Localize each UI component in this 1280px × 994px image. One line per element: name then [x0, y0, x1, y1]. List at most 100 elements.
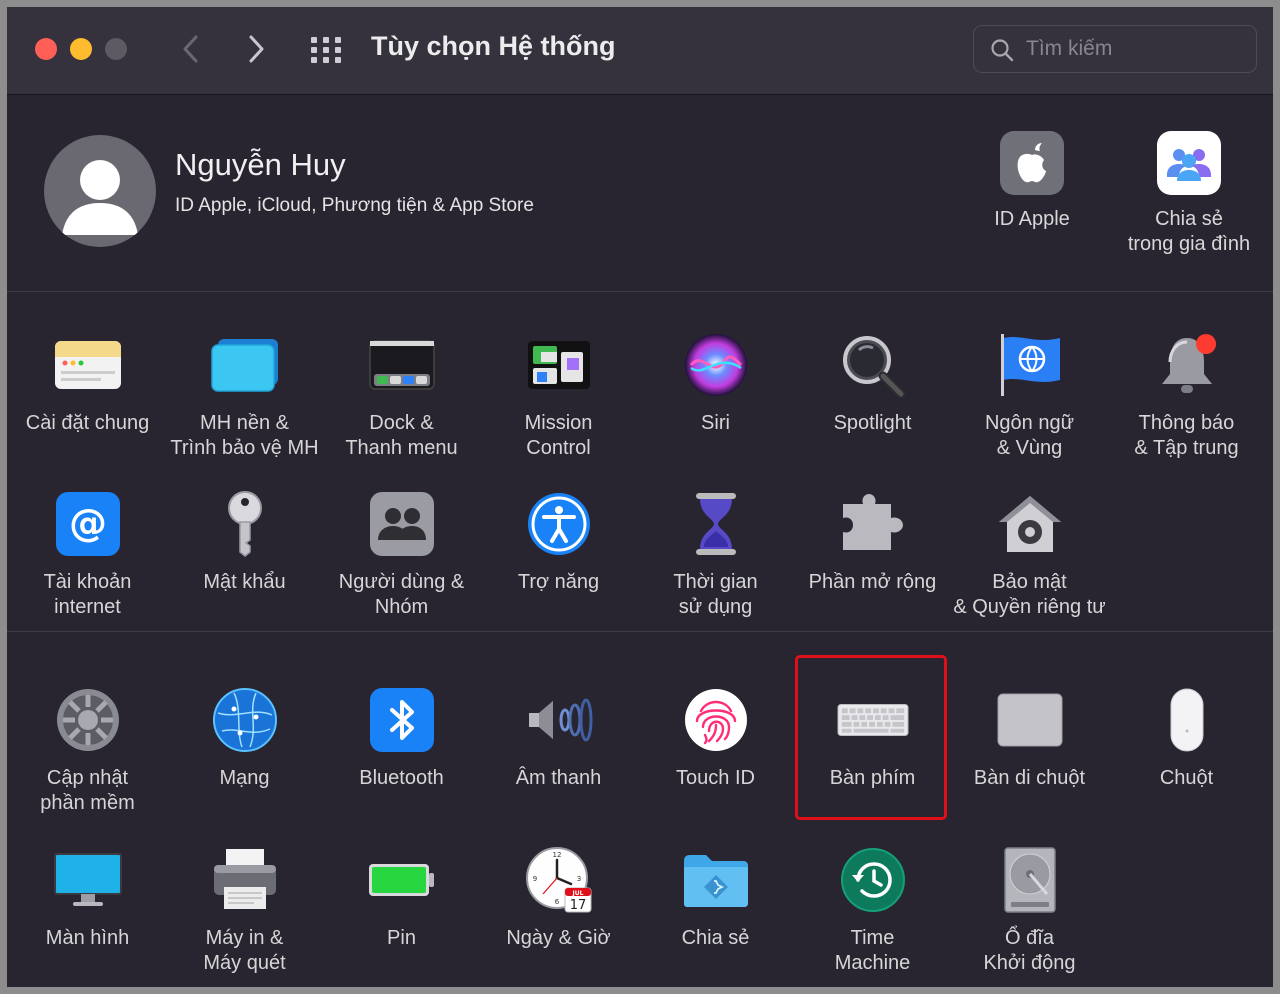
svg-text:9: 9: [532, 875, 536, 883]
pane-label: Dock & Thanh menu: [345, 412, 458, 459]
pane-date-time[interactable]: 12 3 6 9 JUL 17 Ngày & Giờ: [480, 844, 637, 951]
svg-text:6: 6: [554, 898, 559, 906]
pane-accessibility[interactable]: Trợ năng: [480, 488, 637, 595]
user-name: Nguyễn Huy: [175, 147, 346, 182]
pane-label: MH nền & Trình bảo vệ MH: [170, 412, 319, 459]
extensions-icon: [837, 488, 909, 560]
notifications-icon: [1151, 329, 1223, 401]
calendar-month: JUL: [571, 890, 583, 897]
minimize-button[interactable]: [70, 38, 92, 60]
pane-internet-accounts[interactable]: @ Tài khoản internet: [9, 488, 166, 620]
pane-label: Âm thanh: [515, 767, 602, 789]
screen-time-icon: [680, 488, 752, 560]
zoom-button[interactable]: [105, 38, 127, 60]
keyboard-highlight-box: [795, 655, 947, 820]
pane-label: Bàn di chuột: [973, 767, 1086, 789]
grid-icon: [311, 37, 341, 63]
pane-bluetooth[interactable]: Bluetooth: [323, 684, 480, 791]
pane-startup-disk[interactable]: Ổ đĩa Khởi động: [951, 844, 1108, 976]
user-silhouette-icon: [62, 160, 138, 235]
pane-time-machine[interactable]: Time Machine: [794, 844, 951, 976]
pane-label: Phần mở rộng: [808, 571, 937, 593]
pane-battery[interactable]: Pin: [323, 844, 480, 951]
family-sharing-icon: [1157, 131, 1221, 195]
sharing-folder-icon: [680, 844, 752, 916]
pane-touch-id[interactable]: Touch ID: [637, 684, 794, 791]
pane-label: Cài đặt chung: [25, 412, 150, 434]
bluetooth-icon: [366, 684, 438, 756]
time-machine-icon: [837, 844, 909, 916]
svg-text:@: @: [69, 501, 107, 545]
pane-software-update[interactable]: Cập nhật phần mềm: [9, 684, 166, 816]
network-icon: [209, 684, 281, 756]
close-button[interactable]: [35, 38, 57, 60]
account-subtitle: ID Apple, iCloud, Phương tiện & App Stor…: [175, 195, 534, 216]
pane-screen-time[interactable]: Thời gian sử dụng: [637, 488, 794, 620]
pane-label: Mission Control: [524, 412, 593, 459]
trackpad-icon: [994, 684, 1066, 756]
chevron-left-icon: [183, 35, 198, 63]
pane-general[interactable]: Cài đặt chung: [9, 329, 166, 436]
mission-control-icon: [523, 329, 595, 401]
pane-dock-menubar[interactable]: Dock & Thanh menu: [323, 329, 480, 461]
svg-text:3: 3: [576, 875, 580, 883]
show-all-button[interactable]: [308, 32, 344, 68]
spotlight-icon: [837, 329, 909, 401]
pane-label: Ngày & Giờ: [506, 927, 611, 949]
pane-printers-scanners[interactable]: Máy in & Máy quét: [166, 844, 323, 976]
pane-label: Trợ năng: [517, 571, 600, 593]
key-icon: [209, 488, 281, 560]
pane-apple-id[interactable]: ID Apple: [957, 131, 1107, 232]
pane-notifications[interactable]: Thông báo & Tập trung: [1108, 329, 1265, 461]
pane-mouse[interactable]: Chuột: [1108, 684, 1265, 791]
pane-displays[interactable]: Màn hình: [9, 844, 166, 951]
pane-label: Thông báo & Tập trung: [1134, 412, 1239, 459]
pane-network[interactable]: Mạng: [166, 684, 323, 791]
avatar[interactable]: [44, 135, 156, 247]
chevron-right-icon: [249, 35, 264, 63]
pane-desktop-screensaver[interactable]: MH nền & Trình bảo vệ MH: [166, 329, 323, 461]
search-field[interactable]: [973, 25, 1257, 73]
pane-label: Máy in & Máy quét: [203, 927, 286, 974]
security-privacy-icon: [994, 488, 1066, 560]
dock-icon: [366, 329, 438, 401]
pane-label: Ổ đĩa Khởi động: [983, 927, 1076, 974]
language-region-icon: [994, 329, 1066, 401]
pane-label: Tài khoản internet: [43, 571, 132, 618]
pane-security-privacy[interactable]: Bảo mật & Quyền riêng tư: [951, 488, 1108, 620]
pane-label: Siri: [701, 412, 730, 434]
back-button[interactable]: [173, 27, 209, 71]
internet-accounts-icon: @: [52, 488, 124, 560]
svg-text:12: 12: [552, 851, 561, 859]
section-divider: [7, 291, 1273, 292]
pane-sound[interactable]: Âm thanh: [480, 684, 637, 791]
pane-label: Bluetooth: [359, 767, 444, 789]
mouse-icon: [1151, 684, 1223, 756]
pane-users-groups[interactable]: Người dùng & Nhóm: [323, 488, 480, 620]
pane-label: Chia sẻ trong gia đình: [1127, 208, 1251, 255]
search-input[interactable]: [1026, 34, 1246, 64]
pane-extensions[interactable]: Phần mở rộng: [794, 488, 951, 595]
pane-trackpad[interactable]: Bàn di chuột: [951, 684, 1108, 791]
pane-label: Pin: [387, 927, 416, 949]
pane-family-sharing[interactable]: Chia sẻ trong gia đình: [1114, 131, 1264, 257]
section-divider: [7, 631, 1273, 632]
pane-label: Thời gian sử dụng: [673, 571, 758, 618]
pane-language-region[interactable]: Ngôn ngữ & Vùng: [951, 329, 1108, 461]
pane-label: ID Apple: [994, 208, 1070, 230]
window-title: Tùy chọn Hệ thống: [371, 31, 616, 61]
system-preferences-window: Tùy chọn Hệ thống Nguyễn Huy ID Apple, i…: [7, 7, 1273, 987]
pane-spotlight[interactable]: Spotlight: [794, 329, 951, 436]
printer-icon: [209, 844, 281, 916]
forward-button[interactable]: [238, 27, 274, 71]
accessibility-icon: [523, 488, 595, 560]
pane-label: Touch ID: [676, 767, 755, 789]
touch-id-icon: [680, 684, 752, 756]
pane-siri[interactable]: Siri: [637, 329, 794, 436]
date-time-icon: 12 3 6 9 JUL 17: [523, 844, 595, 916]
pane-mission-control[interactable]: Mission Control: [480, 329, 637, 461]
startup-disk-icon: [994, 844, 1066, 916]
pane-passwords[interactable]: Mật khẩu: [166, 488, 323, 595]
pane-label: Mạng: [219, 767, 270, 789]
pane-sharing[interactable]: Chia sẻ: [637, 844, 794, 951]
